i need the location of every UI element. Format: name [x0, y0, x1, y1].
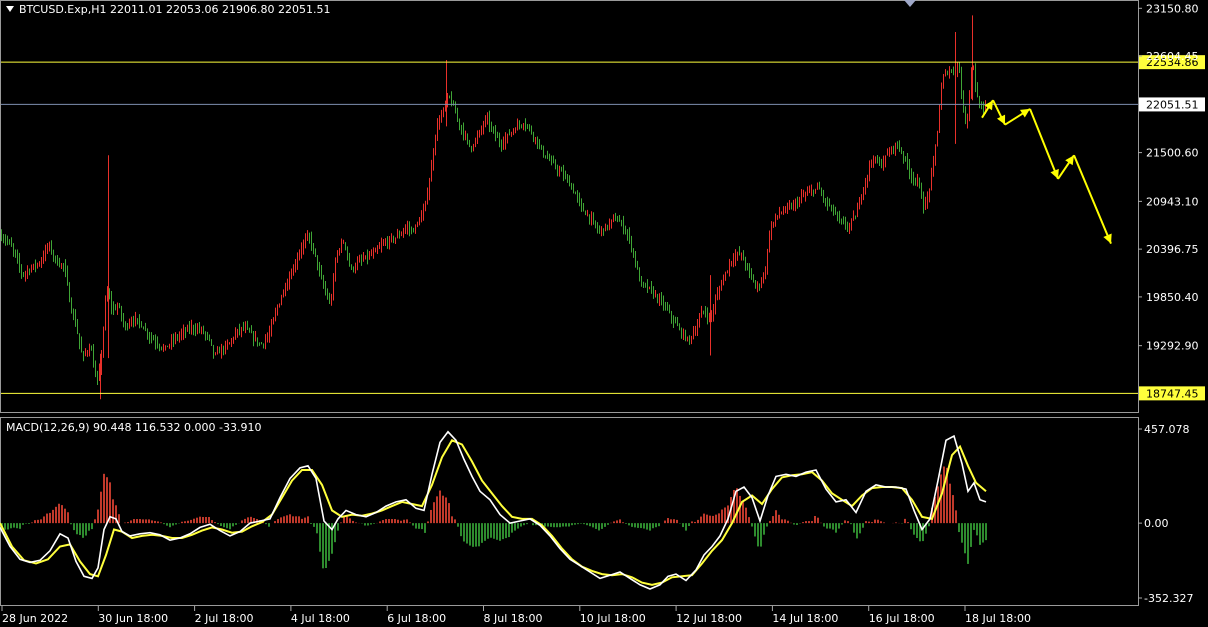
time-tick-label: 28 Jun 2022	[2, 612, 68, 625]
macd-histogram	[1, 466, 987, 569]
price-axis: 23150.80 22604.45 21500.60 20943.10 20396.75…	[1138, 2, 1199, 353]
time-tick-label: 12 Jul 18:00	[676, 612, 742, 625]
time-tick-label: 4 Jul 18:00	[291, 612, 350, 625]
macd-lines	[0, 430, 987, 590]
price-tick-label: 20396.75	[1146, 243, 1199, 256]
time-tick-label: 8 Jul 18:00	[484, 612, 543, 625]
macd-tick-label: -352.327	[1144, 592, 1193, 605]
price-tick-label: 22604.45	[1146, 50, 1199, 63]
time-tick-label: 10 Jul 18:00	[580, 612, 646, 625]
support-line-label: 18747.45	[1146, 387, 1199, 400]
symbol-info-text: BTCUSD.Exp,H1 22011.01 22053.06 21906.80…	[19, 3, 331, 16]
trading-chart[interactable]: 22534.8622051.5118747.45 23150.8022604.4…	[0, 0, 1208, 627]
macd-panel-frame	[0, 417, 1139, 606]
price-tick-label: 23150.80	[1146, 2, 1199, 15]
forecast-arrow-line	[1029, 108, 1059, 180]
time-axis: 28 Jun 2022 30 Jun 18:00 2 Jul 18:00 4 Jul …	[1, 606, 1031, 625]
forecast-arrow-head	[1065, 155, 1074, 166]
macd-axis: 457.078 0.00 -352.327	[1138, 423, 1193, 605]
time-tick-label: 18 Jul 18:00	[965, 612, 1031, 625]
time-tick-label: 16 Jul 18:00	[869, 612, 935, 625]
price-series	[1, 15, 986, 400]
time-tick-label: 30 Jun 18:00	[98, 612, 168, 625]
macd-info: MACD(12,26,9) 90.448 116.532 0.000 -33.9…	[6, 421, 262, 434]
chart-shift-marker-icon[interactable]	[904, 0, 916, 7]
collapse-triangle-icon[interactable]	[6, 6, 14, 12]
price-levels[interactable]: 22534.8622051.5118747.45	[1, 55, 1205, 401]
time-tick-label: 6 Jul 18:00	[387, 612, 446, 625]
symbol-info: BTCUSD.Exp,H1 22011.01 22053.06 21906.80…	[6, 3, 330, 16]
macd-tick-label: 0.00	[1144, 517, 1169, 530]
price-tick-label: 19292.90	[1146, 340, 1199, 353]
bid-line-label: 22051.51	[1146, 98, 1199, 111]
macd-signal-line	[0, 439, 987, 586]
price-tick-label: 21500.60	[1146, 147, 1199, 160]
macd-tick-label: 457.078	[1144, 423, 1190, 436]
time-tick-label: 2 Jul 18:00	[195, 612, 254, 625]
forecast-arrow-line	[1073, 154, 1112, 244]
price-tick-label: 20943.10	[1146, 195, 1199, 208]
time-tick-label: 14 Jul 18:00	[772, 612, 838, 625]
forecast-arrows	[981, 99, 1112, 244]
macd-main-line	[0, 430, 987, 590]
price-tick-label: 19850.40	[1146, 291, 1199, 304]
